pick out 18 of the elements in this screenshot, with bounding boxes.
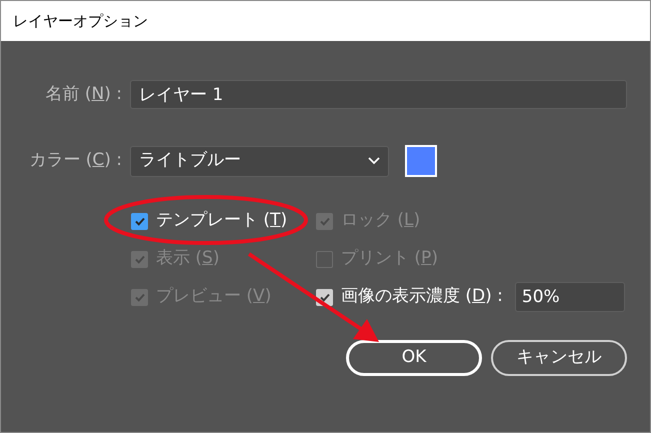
name-field[interactable]: レイヤー 1 xyxy=(130,80,627,109)
chevron-down-icon xyxy=(368,157,380,165)
color-swatch[interactable] xyxy=(405,145,437,177)
check-icon xyxy=(134,253,146,265)
check-icon xyxy=(134,291,146,303)
check-icon xyxy=(134,215,146,227)
ok-button[interactable]: OK xyxy=(346,340,482,376)
window-title: レイヤーオプション xyxy=(13,10,148,32)
cancel-button[interactable]: キャンセル xyxy=(491,340,627,376)
field-label: 名前 (N) : xyxy=(45,84,122,104)
opacity-field[interactable]: 50% xyxy=(514,282,625,312)
checkbox[interactable] xyxy=(131,212,148,230)
checkbox-label: テンプレート (T) xyxy=(156,209,288,232)
checkbox-label: 画像の表示濃度 (D) : xyxy=(341,285,503,308)
check-icon xyxy=(318,215,330,227)
check-icon xyxy=(318,291,330,303)
field-label: カラー (C) : xyxy=(29,150,122,170)
color-dropdown[interactable]: ライトブルー xyxy=(130,146,389,176)
